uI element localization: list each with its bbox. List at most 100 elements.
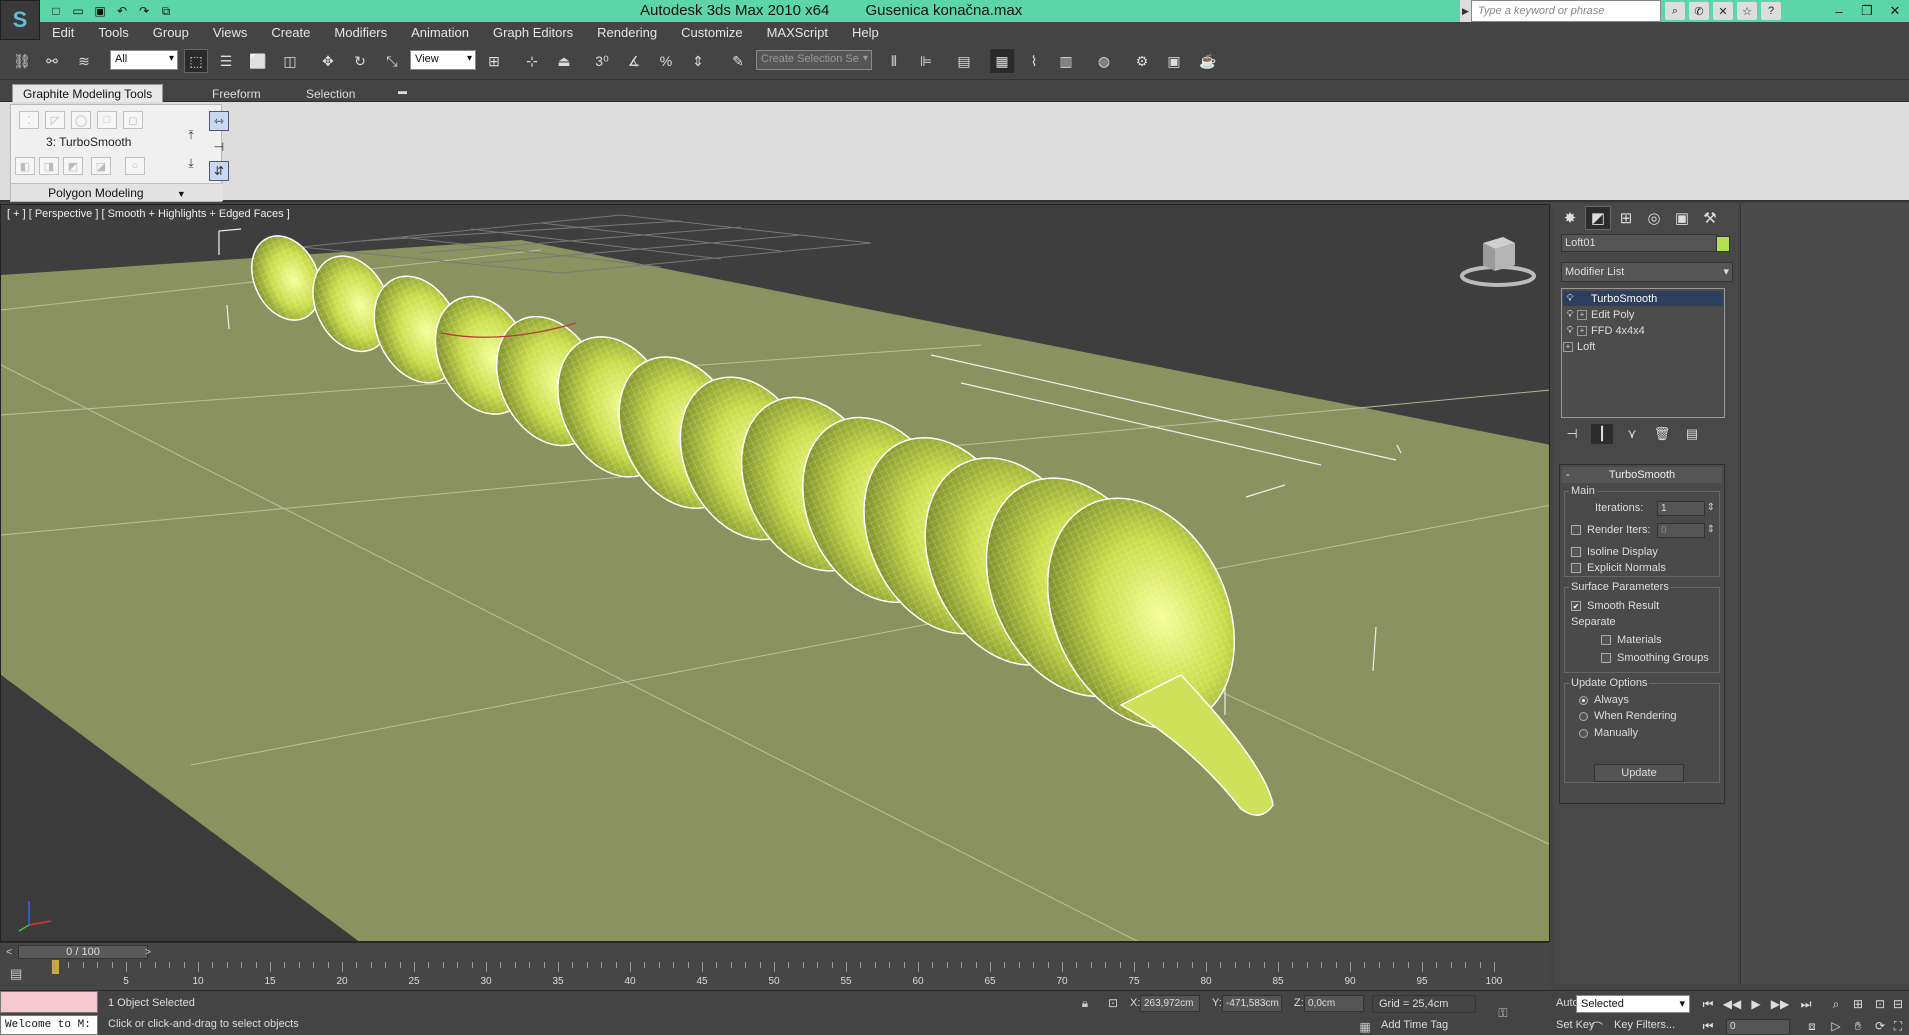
reference-coordinate-dropdown[interactable]: View — [410, 50, 476, 70]
maxscript-listener-pink[interactable] — [0, 991, 98, 1013]
named-selection-sets-dropdown[interactable]: Create Selection Se — [756, 50, 872, 70]
rotate-icon[interactable]: ↻ — [348, 49, 372, 73]
snaps-toggle-icon[interactable]: 3⁰ — [590, 49, 614, 73]
link-icon[interactable]: ⛓ — [10, 49, 34, 73]
symmetry-toggle-icon[interactable]: ⇿ — [209, 111, 229, 131]
time-configuration-icon[interactable]: ⧈ — [1802, 1017, 1822, 1035]
menu-maxscript[interactable]: MAXScript — [755, 25, 840, 40]
show-end-result-icon[interactable]: ◩ — [63, 157, 83, 175]
y-coordinate-field[interactable]: -471,583cm — [1222, 995, 1282, 1012]
ribbon-minimize-icon[interactable]: ▬ — [394, 85, 411, 97]
explicit-normals-checkbox[interactable] — [1571, 563, 1581, 573]
panel-title-polygon-modeling[interactable]: Polygon Modeling ▼ — [11, 183, 223, 201]
display-tab-icon[interactable]: ▣ — [1669, 206, 1695, 230]
play-icon[interactable]: ▶ — [1746, 995, 1766, 1013]
rollout-header[interactable]: - TurboSmooth — [1562, 467, 1722, 483]
binoculars-icon[interactable]: ⌕ — [1665, 2, 1685, 20]
explicit-normals-row[interactable]: Explicit Normals — [1571, 562, 1666, 574]
angle-snap-icon[interactable]: ∡ — [622, 49, 646, 73]
lightbulb-icon[interactable]: 💡︎ — [1563, 309, 1577, 320]
key-mode-toggle-icon[interactable]: ⏮ — [1698, 1017, 1718, 1035]
add-time-tag[interactable]: Add Time Tag — [1381, 1019, 1448, 1031]
unlink-icon[interactable]: ⚯ — [40, 49, 64, 73]
curve-editor-icon[interactable]: ⌇ — [1022, 49, 1046, 73]
keyboard-shortcut-override-icon[interactable]: ⏏ — [552, 49, 576, 73]
vertex-icon[interactable]: ⁚ — [19, 111, 39, 129]
z-coordinate-field[interactable]: 0,0cm — [1304, 995, 1364, 1012]
communication-center-icon[interactable]: ✆ — [1689, 2, 1709, 20]
menu-group[interactable]: Group — [141, 25, 201, 40]
project-icon[interactable]: ⧉ — [156, 2, 176, 20]
tab-freeform[interactable]: Freeform — [202, 85, 271, 103]
menu-views[interactable]: Views — [201, 25, 259, 40]
time-slider-prev-icon[interactable]: < — [2, 945, 16, 959]
select-by-name-icon[interactable]: ☰ — [214, 49, 238, 73]
align-icon[interactable]: ⊫ — [914, 49, 938, 73]
expand-icon[interactable]: + — [1577, 325, 1587, 336]
pan-view-icon[interactable]: ✋︎ — [1848, 1017, 1868, 1035]
graphite-tools-toggle-icon[interactable]: ▦ — [990, 49, 1014, 73]
iterations-spinner[interactable]: 1 — [1657, 501, 1715, 516]
update-always-radio[interactable] — [1579, 695, 1588, 705]
search-expand-icon[interactable]: ▶ — [1460, 0, 1471, 22]
track-bar-scale[interactable]: 5 10 15 20 25 30 35 40 45 50 55 60 65 70 75 80 85 90 95 100 — [54, 962, 1502, 988]
update-button[interactable]: Update — [1594, 764, 1684, 782]
smoothing-groups-checkbox[interactable] — [1601, 653, 1611, 663]
stack-item-ffd[interactable]: 💡︎ + FFD 4x4x4 — [1563, 323, 1723, 338]
modify-tab-icon[interactable]: ◩ — [1585, 206, 1611, 230]
smooth-result-checkbox[interactable]: ✔ — [1571, 601, 1581, 611]
object-name-field[interactable]: Loft01 — [1561, 234, 1717, 252]
next-frame-icon[interactable]: ▶▶ — [1770, 995, 1790, 1013]
menu-tools[interactable]: Tools — [86, 25, 140, 40]
update-manually-row[interactable]: Manually — [1579, 727, 1638, 739]
window-crossing-icon[interactable]: ◫ — [278, 49, 302, 73]
maximize-viewport-icon[interactable]: ⛶ — [1890, 1017, 1906, 1035]
border-icon[interactable]: ◯ — [71, 111, 91, 129]
percent-snap-icon[interactable]: % — [654, 49, 678, 73]
render-iters-checkbox[interactable] — [1571, 525, 1581, 535]
favorites-icon[interactable]: ✕ — [1713, 2, 1733, 20]
absolute-mode-icon[interactable]: ⊡ — [1104, 995, 1122, 1011]
materials-checkbox[interactable] — [1601, 635, 1611, 645]
field-of-view-icon[interactable]: ▷ — [1826, 1017, 1846, 1035]
expand-icon[interactable]: + — [1563, 341, 1573, 352]
element-icon[interactable]: ◻ — [123, 111, 143, 129]
motion-tab-icon[interactable]: ◎ — [1641, 206, 1667, 230]
schematic-view-icon[interactable]: ▥ — [1054, 49, 1078, 73]
select-manipulate-icon[interactable]: ⊹ — [520, 49, 544, 73]
editable-poly-toggle-icon[interactable]: ⇵ — [209, 161, 229, 181]
set-keys-key-icon[interactable]: ⚿ — [1490, 1005, 1516, 1021]
menu-create[interactable]: Create — [259, 25, 322, 40]
scale-icon[interactable]: ⤡ — [380, 49, 404, 73]
save-icon[interactable]: ▣ — [90, 2, 110, 20]
pin-icon[interactable]: ⊣ — [209, 137, 229, 157]
zoom-extents-icon[interactable]: ⊡ — [1870, 995, 1890, 1013]
smooth-result-row[interactable]: ✔ Smooth Result — [1571, 600, 1659, 612]
minimize-icon[interactable]: – — [1825, 0, 1853, 22]
stack-item-loft[interactable]: + Loft — [1563, 339, 1723, 354]
lock-selection-icon[interactable]: 🔒︎ — [1076, 995, 1094, 1011]
default-in-out-tangent-icon[interactable]: ⌒ — [1588, 1019, 1606, 1035]
select-object-icon[interactable]: ⬚ — [184, 49, 208, 73]
viewport-label[interactable]: [ + ] [ Perspective ] [ Smooth + Highlig… — [7, 208, 290, 220]
material-editor-icon[interactable]: ◍ — [1092, 49, 1116, 73]
undo-icon[interactable]: ↶ — [112, 2, 132, 20]
star-icon[interactable]: ☆ — [1737, 2, 1757, 20]
render-iters-row[interactable]: Render Iters: — [1571, 524, 1651, 536]
pin-stack-icon[interactable]: ⊣ — [1561, 424, 1583, 444]
edit-named-selection-icon[interactable]: ✎ — [726, 49, 750, 73]
update-manually-radio[interactable] — [1579, 728, 1588, 738]
key-filters-button[interactable]: Key Filters... — [1614, 1019, 1675, 1031]
modifier-list-dropdown[interactable]: Modifier List — [1561, 262, 1733, 282]
help-icon[interactable]: ? — [1761, 2, 1781, 20]
stack-item-turbosmooth[interactable]: 💡︎ TurboSmooth — [1563, 291, 1723, 306]
use-nurms-icon[interactable]: ○ — [125, 157, 145, 175]
object-color-swatch[interactable] — [1716, 236, 1730, 252]
viewcube[interactable] — [1459, 231, 1537, 287]
utilities-tab-icon[interactable]: ⚒ — [1697, 206, 1723, 230]
lightbulb-icon[interactable]: 💡︎ — [1563, 293, 1577, 304]
pin-stack-icon[interactable]: ⤓ — [181, 153, 201, 173]
configure-modifier-sets-icon[interactable]: ▤ — [1681, 424, 1703, 444]
zoom-icon[interactable]: ⌕ — [1826, 995, 1846, 1013]
isoline-display-checkbox[interactable] — [1571, 547, 1581, 557]
